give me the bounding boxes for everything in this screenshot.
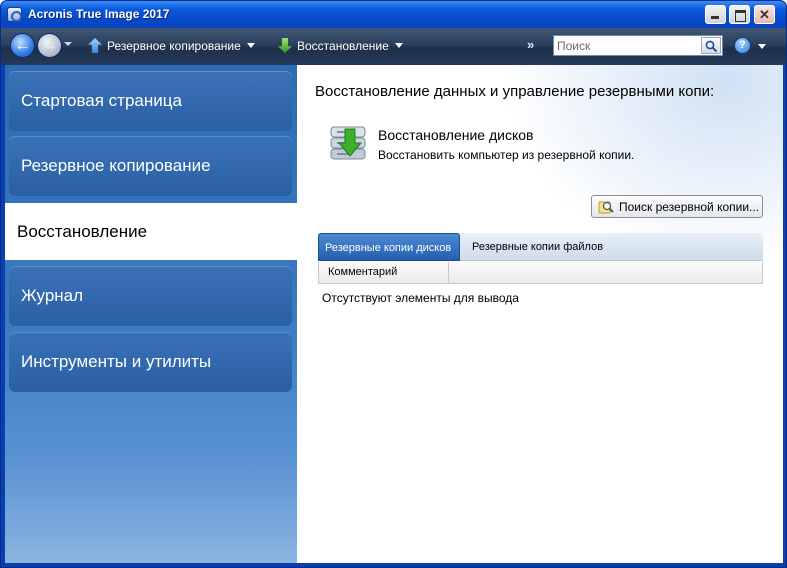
help-button[interactable]: ?	[734, 37, 751, 54]
chevron-down-icon	[246, 43, 255, 48]
window-title: Acronis True Image 2017	[28, 7, 170, 21]
toolbar-overflow-button[interactable]: »	[527, 37, 534, 52]
restore-disks-link[interactable]: Восстановление дисков	[378, 127, 533, 143]
app-window: Acronis True Image 2017 ✕ ← → Резервное …	[0, 0, 787, 568]
backup-menu-label: Резервное копирование	[107, 39, 241, 53]
search-icon	[705, 40, 718, 53]
history-dropdown-icon[interactable]	[64, 42, 72, 46]
help-icon: ?	[739, 39, 746, 51]
toolbar: ← → Резервное копирование Восстановление…	[1, 28, 786, 65]
find-backup-icon	[598, 201, 614, 214]
close-icon: ✕	[759, 7, 770, 22]
table-header: Комментарий	[318, 262, 763, 284]
close-button[interactable]: ✕	[754, 5, 775, 24]
help-dropdown-icon[interactable]	[758, 44, 766, 49]
search-box	[553, 35, 723, 56]
maximize-button[interactable]	[729, 5, 750, 24]
backup-arrow-icon	[88, 38, 102, 53]
tab-file-backups[interactable]: Резервные копии файлов	[466, 233, 609, 261]
back-arrow-icon: ←	[14, 37, 31, 54]
page-title: Восстановление данных и управление резер…	[315, 83, 715, 100]
forward-button[interactable]: →	[37, 33, 62, 58]
column-header-comment[interactable]: Комментарий	[319, 262, 449, 283]
sidebar-item-restore[interactable]: Восстановление	[5, 203, 297, 260]
search-input[interactable]	[554, 36, 700, 55]
backup-menu-button[interactable]: Резервное копирование	[88, 38, 255, 53]
forward-arrow-icon: →	[41, 37, 58, 54]
sidebar-item-backup[interactable]: Резервное копирование	[9, 136, 292, 196]
back-button[interactable]: ←	[10, 33, 35, 58]
sidebar: Стартовая страница Резервное копирование…	[5, 65, 297, 563]
backup-tabs: Резервные копии дисков Резервные копии ф…	[318, 233, 763, 261]
restore-menu-label: Восстановление	[297, 39, 389, 53]
tab-disk-backups[interactable]: Резервные копии дисков	[318, 233, 460, 261]
find-backup-label: Поиск резервной копии...	[619, 200, 760, 214]
main-panel: Восстановление данных и управление резер…	[297, 65, 783, 563]
empty-list-message: Отсутствуют элементы для вывода	[322, 291, 519, 305]
minimize-button[interactable]	[705, 5, 726, 24]
chevron-down-icon	[394, 43, 403, 48]
search-button[interactable]	[701, 37, 721, 54]
restore-arrow-icon	[278, 38, 292, 53]
find-backup-button[interactable]: Поиск резервной копии...	[591, 195, 763, 218]
sidebar-item-log[interactable]: Журнал	[9, 266, 292, 326]
app-icon[interactable]	[7, 7, 22, 22]
sidebar-item-tools[interactable]: Инструменты и утилиты	[9, 332, 292, 392]
restore-disks-description: Восстановить компьютер из резервной копи…	[378, 148, 635, 162]
restore-menu-button[interactable]: Восстановление	[278, 38, 403, 53]
title-bar[interactable]: Acronis True Image 2017 ✕	[1, 1, 786, 28]
disk-restore-icon[interactable]	[327, 123, 369, 167]
sidebar-item-home[interactable]: Стартовая страница	[9, 71, 292, 131]
